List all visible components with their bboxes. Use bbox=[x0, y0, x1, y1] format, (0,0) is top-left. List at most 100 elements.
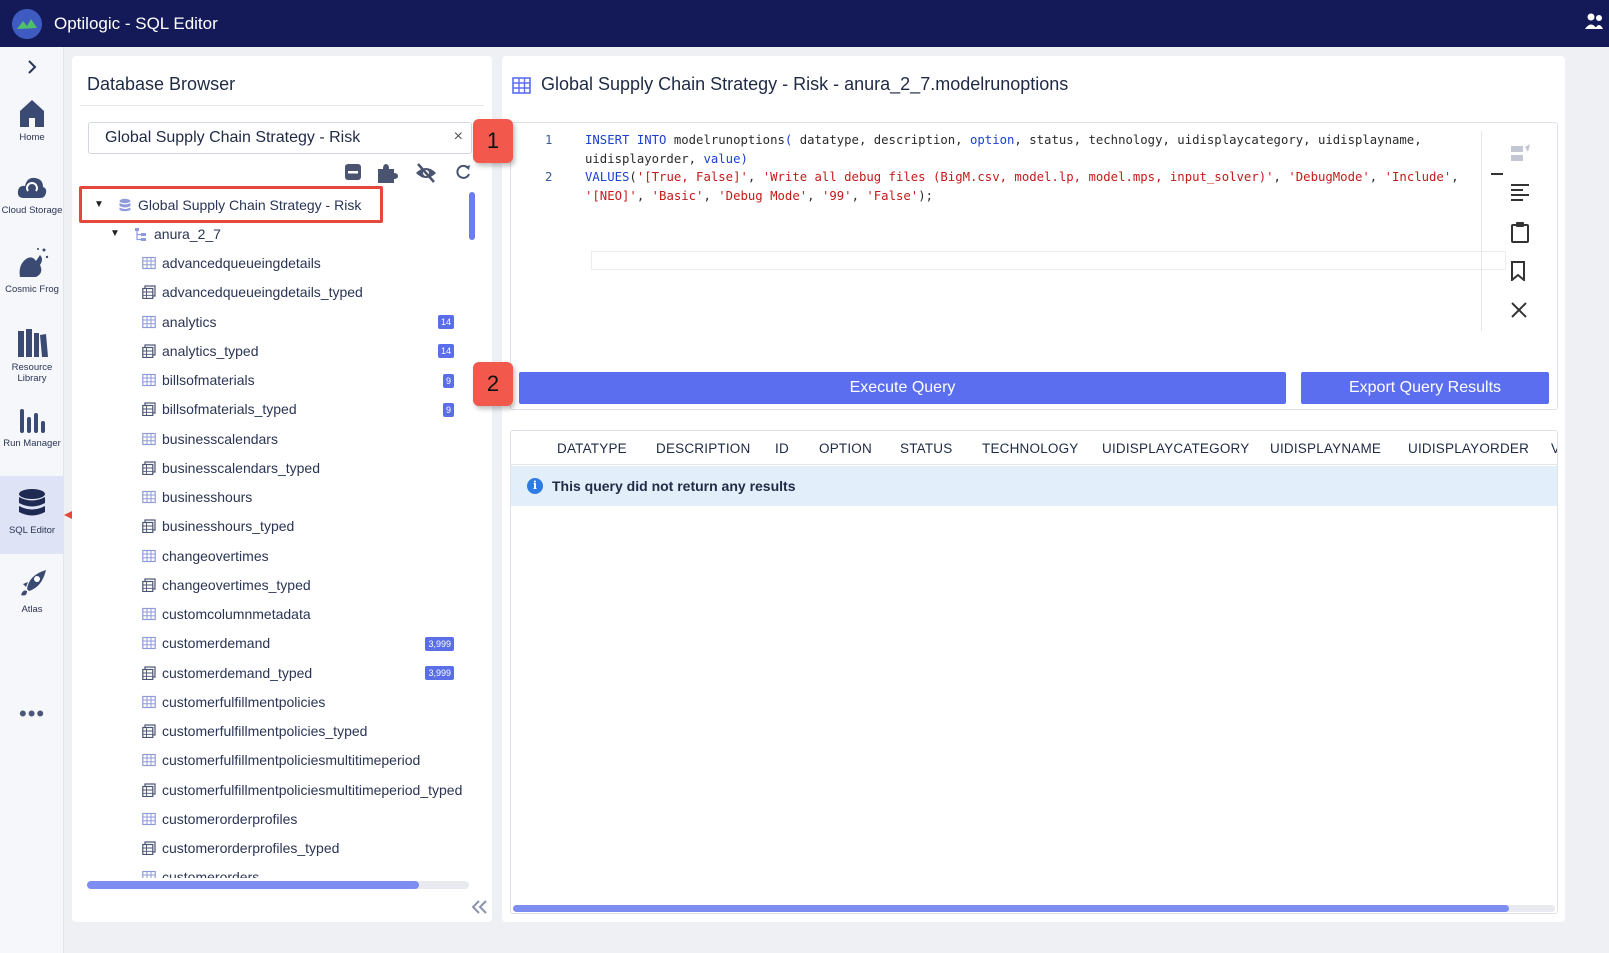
rail-item-atlas[interactable]: Atlas bbox=[0, 567, 64, 623]
rail-item-resource-library[interactable]: Resource Library bbox=[0, 327, 64, 387]
row-count-badge: 3,999 bbox=[425, 666, 454, 680]
tree-node-table[interactable]: businesscalendars_typed bbox=[72, 453, 470, 482]
more-apps-icon[interactable]: ••• bbox=[19, 701, 45, 727]
column-header[interactable]: DATATYPE bbox=[557, 441, 627, 456]
results-header: DATATYPE DESCRIPTION ID OPTION STATUS TECHNOL… bbox=[511, 431, 1557, 465]
column-header[interactable]: OPTION bbox=[819, 441, 872, 456]
tree-node-table[interactable]: billsofmaterials_typed 9 bbox=[72, 395, 470, 424]
divider bbox=[80, 105, 484, 106]
tree-node-label: businesscalendars bbox=[162, 430, 278, 447]
users-icon[interactable] bbox=[1585, 12, 1603, 37]
rail-item-home[interactable]: Home bbox=[0, 97, 64, 151]
tree-node-label: billsofmaterials_typed bbox=[162, 401, 297, 418]
tree-node-table[interactable]: customerorders bbox=[72, 863, 470, 878]
code-token: 'DebugMode' bbox=[1288, 170, 1370, 184]
align-text-icon[interactable] bbox=[1510, 183, 1530, 206]
column-header[interactable]: TECHNOLOGY bbox=[982, 441, 1079, 456]
tree-node-table[interactable]: customerfulfillmentpolicies bbox=[72, 687, 470, 716]
editor-side-toolbar bbox=[1481, 131, 1545, 331]
tree-node-table[interactable]: changeovertimes bbox=[72, 541, 470, 570]
expand-rail-icon[interactable] bbox=[22, 57, 42, 77]
scrollbar-thumb[interactable] bbox=[513, 905, 1509, 912]
scrollbar-thumb[interactable] bbox=[469, 192, 475, 240]
execute-query-button[interactable]: Execute Query bbox=[519, 372, 1286, 404]
tree-node-table[interactable]: billsofmaterials 9 bbox=[72, 366, 470, 395]
code-line: INSERT INTO modelrunoptions( datatype, d… bbox=[585, 131, 1422, 150]
tree-node-label: anura_2_7 bbox=[154, 225, 221, 242]
tree-node-table[interactable]: businesscalendars bbox=[72, 424, 470, 453]
tree-node-table[interactable]: changeovertimes_typed bbox=[72, 570, 470, 599]
tree-node-table[interactable]: customerorderprofiles bbox=[72, 804, 470, 833]
refresh-icon[interactable] bbox=[455, 163, 471, 186]
tree-node-label: customerdemand_typed bbox=[162, 664, 313, 681]
database-select-value: Global Supply Chain Strategy - Risk bbox=[105, 129, 361, 146]
tree-node-table[interactable]: customerfulfillmentpolicies_typed bbox=[72, 717, 470, 746]
sql-code-editor[interactable]: 1 2 INSERT INTO modelrunoptions( datatype,… bbox=[510, 122, 1558, 410]
column-header[interactable]: STATUS bbox=[900, 441, 952, 456]
database-tree: ▼ Global Supply Chain Strategy - Risk ▼ anu… bbox=[72, 188, 470, 878]
tree-node-table[interactable]: customerfulfillmentpoliciesmultitimeperi… bbox=[72, 746, 470, 775]
tree-node-schema[interactable]: ▼ anura_2_7 bbox=[72, 219, 470, 248]
column-header[interactable]: ID bbox=[775, 441, 789, 456]
rail-item-run-manager[interactable]: Run Manager bbox=[0, 405, 64, 463]
scrollbar-thumb[interactable] bbox=[87, 881, 419, 889]
close-icon[interactable] bbox=[1510, 301, 1528, 324]
view-icon bbox=[142, 665, 156, 680]
results-horizontal-scrollbar[interactable] bbox=[513, 905, 1555, 912]
tree-node-label: changeovertimes bbox=[162, 547, 269, 564]
hide-icon[interactable] bbox=[415, 163, 437, 188]
optilogic-logo[interactable] bbox=[12, 8, 42, 39]
rail-item-cosmic-frog[interactable]: Cosmic Frog bbox=[0, 245, 64, 311]
rail-item-cloud-storage[interactable]: Cloud Storage bbox=[0, 174, 64, 230]
database-select[interactable]: Global Supply Chain Strategy - Risk × bbox=[88, 122, 472, 154]
rail-item-sql-editor[interactable]: SQL Editor bbox=[0, 476, 64, 554]
tree-horizontal-scrollbar[interactable] bbox=[87, 881, 469, 889]
table-icon bbox=[142, 432, 156, 445]
expand-caret-icon[interactable]: ▼ bbox=[110, 228, 120, 239]
column-header[interactable]: DESCRIPTION bbox=[656, 441, 750, 456]
no-results-message: i This query did not return any results bbox=[511, 466, 1557, 506]
clear-selection-icon[interactable]: × bbox=[454, 128, 463, 146]
tree-vertical-scrollbar[interactable] bbox=[468, 192, 476, 880]
tree-node-table[interactable]: analytics 14 bbox=[72, 307, 470, 336]
tree-node-label: advancedqueueingdetails_typed bbox=[162, 284, 363, 301]
tree-node-table[interactable]: analytics_typed 14 bbox=[72, 336, 470, 365]
column-header[interactable]: UIDISPLAYNAME bbox=[1270, 441, 1381, 456]
tree-node-label: customerfulfillmentpolicies_typed bbox=[162, 723, 368, 739]
format-query-icon[interactable] bbox=[1510, 143, 1532, 168]
app-header: Optilogic - SQL Editor bbox=[0, 0, 1609, 47]
tree-node-table[interactable]: businesshours bbox=[72, 483, 470, 512]
tree-node-table[interactable]: advancedqueueingdetails bbox=[72, 249, 470, 278]
table-icon bbox=[142, 373, 156, 387]
code-line: VALUES('[True, False]', 'Write all debug… bbox=[585, 168, 1459, 187]
tree-node-table[interactable]: customcolumnmetadata bbox=[72, 600, 470, 629]
tree-node-table[interactable]: customerfulfillmentpoliciesmultitimeperi… bbox=[72, 775, 470, 804]
sql-editor-icon bbox=[19, 489, 45, 516]
code-token: '[True, False]' bbox=[636, 170, 748, 184]
code-line: '[NEO]', 'Basic', 'Debug Mode', '99', 'F… bbox=[585, 187, 933, 206]
annotation-highlight-box bbox=[79, 186, 383, 223]
column-header[interactable]: V bbox=[1551, 441, 1557, 456]
tree-node-table[interactable]: customerorderprofiles_typed bbox=[72, 834, 470, 863]
extensions-icon[interactable] bbox=[376, 163, 398, 188]
column-header[interactable]: UIDISPLAYORDER bbox=[1408, 441, 1529, 456]
tree-node-table[interactable]: customerdemand_typed 3,999 bbox=[72, 658, 470, 687]
collapse-all-icon[interactable] bbox=[344, 163, 362, 186]
tree-node-table[interactable]: businesshours_typed bbox=[72, 512, 470, 541]
clipboard-icon[interactable] bbox=[1510, 221, 1530, 248]
table-icon bbox=[142, 549, 156, 562]
code-token: '99' bbox=[821, 188, 852, 203]
export-query-results-button[interactable]: Export Query Results bbox=[1301, 372, 1549, 404]
table-icon bbox=[142, 871, 156, 878]
tree-node-label: analytics bbox=[162, 313, 217, 330]
bookmark-icon[interactable] bbox=[1510, 261, 1526, 286]
tree-node-table[interactable]: advancedqueueingdetails_typed bbox=[72, 278, 470, 307]
tree-node-table[interactable]: customerdemand 3,999 bbox=[72, 629, 470, 658]
row-count-badge: 3,999 bbox=[425, 636, 454, 651]
column-header[interactable]: UIDISPLAYCATEGORY bbox=[1102, 441, 1249, 456]
rail-label-sql-editor: SQL Editor bbox=[8, 525, 56, 536]
collapse-panel-icon[interactable] bbox=[470, 898, 488, 921]
code-token: , status, technology, uidisplaycategory,… bbox=[1014, 133, 1422, 147]
tree-node-label: customerfulfillmentpoliciesmultitimeperi… bbox=[162, 752, 421, 769]
tree-node-label: customerdemand bbox=[162, 635, 271, 652]
